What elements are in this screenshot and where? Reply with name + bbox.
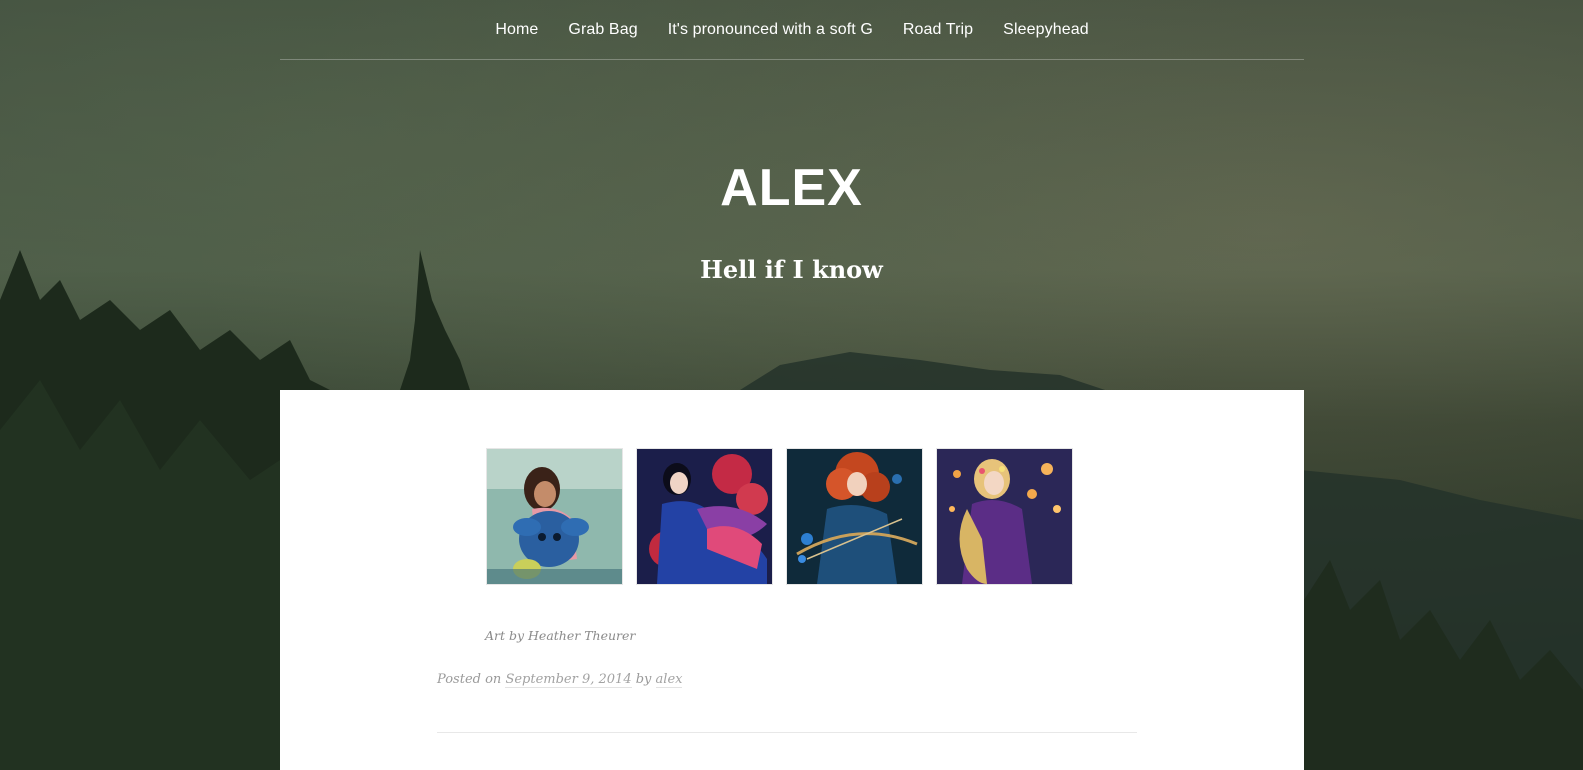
merida-image[interactable] bbox=[787, 449, 922, 584]
main-navigation: Home Grab Bag It's pronounced with a sof… bbox=[280, 0, 1304, 60]
nav-item-soft-g[interactable]: It's pronounced with a soft G bbox=[668, 21, 873, 39]
nav-item-road-trip[interactable]: Road Trip bbox=[903, 21, 973, 39]
mulan-image[interactable] bbox=[637, 449, 772, 584]
posted-on-label: Posted on bbox=[437, 672, 502, 687]
nav-item-home[interactable]: Home bbox=[495, 21, 538, 39]
nav-item-grab-bag[interactable]: Grab Bag bbox=[568, 21, 637, 39]
post-date-link[interactable]: September 9, 2014 bbox=[505, 672, 632, 688]
rapunzel-image[interactable] bbox=[937, 449, 1072, 584]
nav-item-sleepyhead[interactable]: Sleepyhead bbox=[1003, 21, 1089, 39]
site-tagline: Hell if I know bbox=[700, 255, 883, 284]
post-meta: Posted on September 9, 2014 by alex bbox=[437, 672, 683, 688]
gallery-caption: Art by Heather Theurer bbox=[485, 628, 636, 643]
image-gallery bbox=[487, 449, 1072, 584]
by-label: by bbox=[635, 672, 652, 687]
post-content: Art by Heather Theurer Posted on Septemb… bbox=[280, 390, 1304, 770]
stitch-and-girl-image[interactable] bbox=[487, 449, 622, 584]
author-link[interactable]: alex bbox=[655, 672, 683, 688]
post-divider bbox=[437, 732, 1137, 733]
site-title[interactable]: ALEX bbox=[0, 158, 1583, 218]
